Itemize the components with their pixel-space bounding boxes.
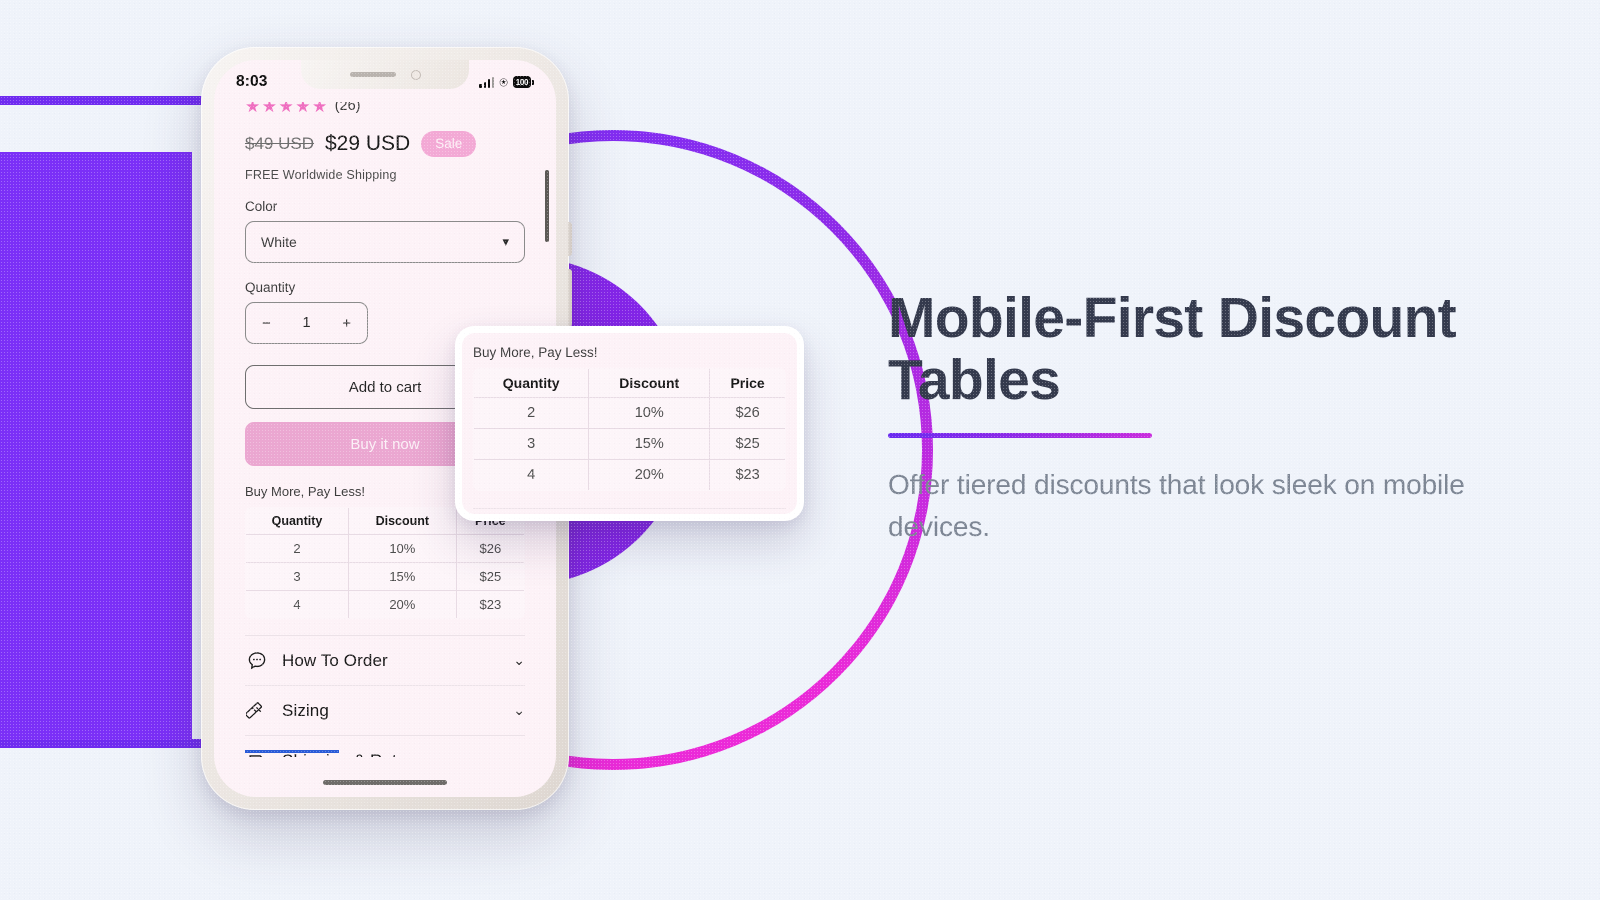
table-row: 3 15% $25 xyxy=(474,428,785,460)
compare-at-price: $49 USD xyxy=(245,134,314,153)
floating-volume-discount-table: Quantity Discount Price 2 10% $26 3 15% … xyxy=(473,368,786,491)
cellular-bars-icon xyxy=(479,76,495,88)
headline-underline xyxy=(888,433,1152,439)
cell-quantity: 2 xyxy=(246,534,349,563)
sale-badge: Sale xyxy=(421,131,477,157)
cell-quantity: 2 xyxy=(474,397,590,429)
ruler-icon xyxy=(245,699,269,723)
column-header-discount: Discount xyxy=(347,508,457,535)
table-row: 2 10% $26 xyxy=(246,534,524,563)
promo-banner: 8:03 ⍟ 100 ★★★★★ (26) $49 USD $29 USD Sa… xyxy=(0,0,1600,900)
accordion-item-sizing[interactable]: Sizing ⌄ xyxy=(245,685,525,735)
cell-quantity: 3 xyxy=(246,562,349,591)
chevron-down-icon: ▾ xyxy=(502,234,509,249)
accordion-item-shipping-returns[interactable]: Shipping & Returns ⌄ xyxy=(245,735,525,757)
battery-icon: 100 xyxy=(512,76,534,88)
color-select-value: White xyxy=(261,234,297,250)
cell-discount: 10% xyxy=(347,534,457,563)
column-header-quantity: Quantity xyxy=(474,369,590,398)
chevron-down-icon: ⌄ xyxy=(513,652,525,668)
promo-copy: Mobile-First Discount Tables Offer tiere… xyxy=(888,286,1508,548)
speaker-grill-icon xyxy=(349,72,396,77)
column-header-quantity: Quantity xyxy=(246,508,349,535)
battery-nub xyxy=(532,79,534,85)
free-shipping-note: FREE Worldwide Shipping xyxy=(245,168,397,182)
phone-side-button-mute[interactable] xyxy=(568,222,572,256)
status-bar-clock: 8:03 xyxy=(236,73,268,90)
floating-card-inner: Buy More, Pay Less! Quantity Discount Pr… xyxy=(462,333,797,514)
status-bar-icons: ⍟ 100 xyxy=(479,75,534,89)
cell-quantity: 4 xyxy=(474,459,590,490)
phone-notch xyxy=(301,60,469,89)
purple-solid-block xyxy=(0,152,192,740)
star-rating-icon: ★★★★★ xyxy=(245,102,329,116)
color-label: Color xyxy=(245,199,278,214)
card-divider xyxy=(473,508,786,509)
chat-bubble-icon xyxy=(245,649,269,673)
volume-discount-table: Quantity Discount Price 2 10% $26 3 15% … xyxy=(245,507,525,619)
floating-card-title: Buy More, Pay Less! xyxy=(473,345,598,360)
cell-discount: 15% xyxy=(347,562,457,591)
cell-price: $23 xyxy=(455,590,524,618)
column-header-price: Price xyxy=(709,369,785,398)
accordion-label: How To Order xyxy=(282,650,388,670)
review-count-label: (26) xyxy=(334,102,361,114)
cell-price: $25 xyxy=(455,562,524,591)
quantity-decrement-button[interactable]: − xyxy=(262,315,271,332)
battery-level-label: 100 xyxy=(512,76,532,88)
quantity-increment-button[interactable]: + xyxy=(342,315,351,332)
quantity-input[interactable]: 1 xyxy=(302,315,310,331)
quantity-stepper[interactable]: − 1 + xyxy=(245,302,368,344)
cell-price: $26 xyxy=(455,534,524,563)
cell-discount: 20% xyxy=(588,459,711,490)
product-rating[interactable]: ★★★★★ (26) xyxy=(245,102,525,117)
page-subtitle: Offer tiered discounts that look sleek o… xyxy=(888,469,1465,543)
table-row: 4 20% $23 xyxy=(474,459,785,490)
cell-price: $26 xyxy=(709,397,785,429)
column-header-discount: Discount xyxy=(588,369,711,398)
home-indicator[interactable] xyxy=(323,780,447,785)
cell-discount: 15% xyxy=(588,428,711,460)
focus-underline xyxy=(245,750,339,753)
cell-price: $25 xyxy=(709,428,785,460)
color-select[interactable]: White ▾ xyxy=(245,221,525,263)
cell-discount: 20% xyxy=(347,590,457,618)
table-row: 4 20% $23 xyxy=(246,590,524,618)
table-row: 2 10% $26 xyxy=(474,397,785,429)
price-row: $49 USD $29 USD Sale xyxy=(245,131,525,157)
front-camera-icon xyxy=(410,69,421,80)
cell-discount: 10% xyxy=(588,397,711,429)
cell-price: $23 xyxy=(709,459,785,490)
accordion-spacer xyxy=(245,619,525,635)
table-row: 3 15% $25 xyxy=(246,562,524,591)
current-price: $29 USD xyxy=(324,132,411,155)
phone-side-button-volume-up[interactable] xyxy=(568,269,572,327)
wifi-icon: ⍟ xyxy=(499,74,508,90)
table-header-row: Quantity Discount Price xyxy=(474,369,785,398)
cell-quantity: 3 xyxy=(474,428,590,460)
chevron-down-icon: ⌄ xyxy=(513,753,525,758)
chevron-down-icon: ⌄ xyxy=(513,702,525,718)
page-title: Mobile-First Discount Tables xyxy=(888,286,1457,412)
accordion-item-how-to-order[interactable]: How To Order ⌄ xyxy=(245,635,525,685)
floating-discount-card: Buy More, Pay Less! Quantity Discount Pr… xyxy=(455,326,804,521)
accordion-label: Sizing xyxy=(282,700,329,720)
quantity-label: Quantity xyxy=(245,280,296,295)
page-scrollbar-thumb[interactable] xyxy=(545,170,549,242)
cell-quantity: 4 xyxy=(246,590,349,618)
